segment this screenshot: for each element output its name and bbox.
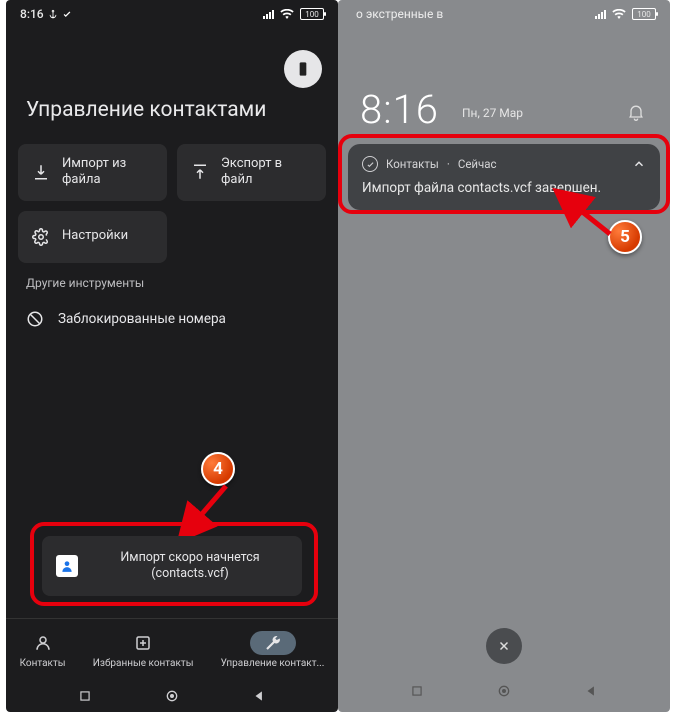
nav-recents-icon[interactable] <box>78 689 92 703</box>
toast-text: Импорт скоро начнется (contacts.vcf) <box>92 550 288 583</box>
step-badge-5: 5 <box>608 220 642 254</box>
status-bar: 8:16 100 <box>6 0 338 26</box>
status-time-text: 8:16 <box>20 7 44 21</box>
notification-card[interactable]: Контакты · Сейчас Импорт файла contacts.… <box>348 144 660 210</box>
dismiss-notifications-button[interactable] <box>486 628 522 664</box>
battery-level: 100 <box>637 10 651 19</box>
device-icon <box>295 61 311 77</box>
carrier-text: о экстренные в <box>356 7 443 21</box>
step-badge-4: 4 <box>201 452 235 486</box>
settings-label: Настройки <box>62 228 128 244</box>
nav-recents-icon[interactable] <box>410 684 424 698</box>
export-to-file-button[interactable]: Экспорт в файл <box>177 144 326 201</box>
nav-home-icon[interactable] <box>496 683 512 699</box>
import-label: Импорт из файла <box>62 156 153 189</box>
gear-icon <box>32 228 50 246</box>
export-label: Экспорт в файл <box>221 156 312 189</box>
battery-icon: 100 <box>300 8 324 20</box>
page-title: Управление контактами <box>26 98 266 122</box>
dnd-button[interactable] <box>624 100 648 124</box>
android-navbar <box>6 680 338 712</box>
android-navbar <box>338 676 670 706</box>
lockscreen-clock: 8:16 <box>360 86 439 133</box>
tab-contacts[interactable]: Контакты <box>20 631 66 669</box>
nav-back-icon[interactable] <box>584 684 598 698</box>
blocked-numbers-item[interactable]: Заблокированные номера <box>18 300 326 338</box>
check-icon <box>62 9 72 19</box>
notif-app-icon <box>362 156 378 172</box>
screen-contacts-manage: 8:16 100 Управление контактами Импорт из… <box>6 0 338 712</box>
notif-message: Импорт файла contacts.vcf завершен. <box>362 180 646 196</box>
wifi-icon <box>280 9 294 19</box>
import-toast[interactable]: Импорт скоро начнется (contacts.vcf) <box>42 536 302 596</box>
wifi-icon <box>612 9 626 19</box>
import-from-file-button[interactable]: Импорт из файла <box>18 144 167 201</box>
signal-icon <box>263 10 274 19</box>
nav-back-icon[interactable] <box>252 689 266 703</box>
tab-manage[interactable]: Управление контакт... <box>221 631 325 669</box>
settings-button[interactable]: Настройки <box>18 211 167 263</box>
add-box-icon <box>134 634 152 652</box>
bell-icon <box>626 102 646 122</box>
person-icon <box>34 634 52 652</box>
section-other-tools: Другие инструменты <box>26 276 144 290</box>
profile-fab[interactable] <box>284 50 322 88</box>
battery-icon: 100 <box>632 8 656 20</box>
screen-lockscreen: о экстренные в 100 8:16 Пн, 27 Мар Конта… <box>338 0 670 712</box>
wrench-icon <box>264 634 282 652</box>
signal-icon <box>595 10 606 19</box>
lockscreen-date: Пн, 27 Мар <box>462 106 523 120</box>
blocked-label: Заблокированные номера <box>58 311 226 327</box>
bottom-tabbar: Контакты Избранные контакты Управление к… <box>6 618 338 680</box>
status-bar: о экстренные в 100 <box>338 0 670 26</box>
notif-time: Сейчас <box>458 157 497 171</box>
block-icon <box>26 310 44 328</box>
battery-level: 100 <box>305 10 319 19</box>
close-icon <box>497 639 511 653</box>
anchor-icon <box>48 9 58 19</box>
download-icon <box>32 163 50 181</box>
notif-app-name: Контакты <box>386 157 439 171</box>
tab-favorites[interactable]: Избранные контакты <box>93 631 194 669</box>
contacts-app-icon <box>56 555 78 577</box>
chevron-up-icon[interactable] <box>632 157 646 171</box>
upload-icon <box>191 163 209 181</box>
nav-home-icon[interactable] <box>164 688 180 704</box>
